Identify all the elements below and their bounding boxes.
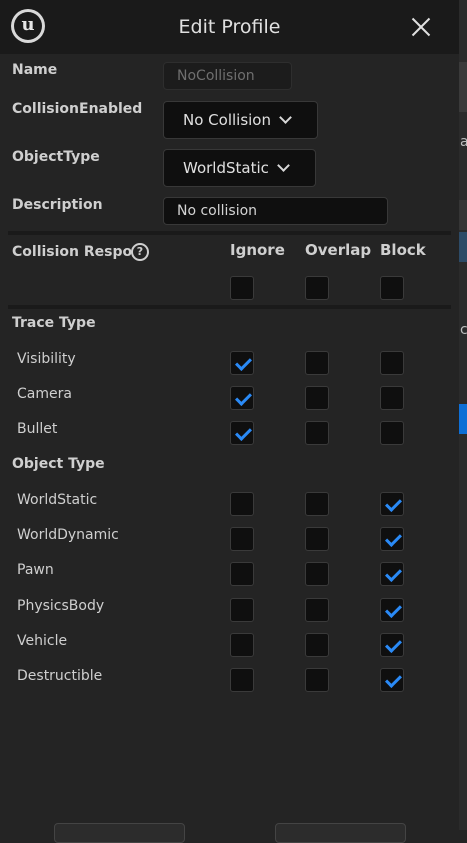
pawn-overlap-checkbox[interactable] bbox=[305, 562, 329, 587]
column-block: Block bbox=[380, 241, 426, 259]
chevron-down-icon bbox=[277, 159, 290, 172]
name-field: NoCollision bbox=[163, 62, 292, 90]
vehicle-block-checkbox[interactable] bbox=[380, 632, 404, 657]
background-panel bbox=[459, 62, 467, 112]
dialog-title: Edit Profile bbox=[178, 16, 281, 38]
pawn-block-checkbox[interactable] bbox=[380, 562, 404, 587]
background-panel bbox=[459, 232, 467, 262]
collision-enabled-value: No Collision bbox=[183, 111, 271, 129]
object-type-label: ObjectType bbox=[12, 149, 100, 165]
visibility-ignore-checkbox[interactable] bbox=[230, 351, 254, 375]
row-label: Pawn bbox=[17, 562, 54, 579]
help-icon[interactable]: ? bbox=[131, 243, 149, 261]
section-divider bbox=[8, 231, 451, 235]
vehicle-overlap-checkbox[interactable] bbox=[305, 632, 329, 657]
all-overlap-checkbox[interactable] bbox=[305, 276, 329, 300]
worldstatic-ignore-checkbox[interactable] bbox=[230, 492, 254, 516]
camera-block-checkbox[interactable] bbox=[380, 386, 404, 410]
row-label: WorldStatic bbox=[17, 492, 98, 508]
title-bar: u Edit Profile bbox=[0, 0, 459, 54]
row-label: PhysicsBody bbox=[17, 597, 105, 614]
destructible-ignore-checkbox[interactable] bbox=[230, 668, 254, 692]
cancel-button[interactable] bbox=[275, 823, 406, 843]
bullet-ignore-checkbox[interactable] bbox=[230, 421, 254, 445]
vehicle-ignore-checkbox[interactable] bbox=[230, 632, 254, 657]
visibility-overlap-checkbox[interactable] bbox=[305, 351, 329, 375]
chevron-down-icon bbox=[279, 111, 292, 124]
destructible-block-checkbox[interactable] bbox=[380, 668, 404, 692]
worlddynamic-block-checkbox[interactable] bbox=[380, 527, 404, 552]
background-text: c bbox=[460, 322, 467, 338]
bullet-overlap-checkbox[interactable] bbox=[305, 421, 329, 445]
camera-ignore-checkbox[interactable] bbox=[230, 386, 254, 410]
row-label: WorldDynamic bbox=[17, 527, 119, 544]
column-ignore: Ignore bbox=[230, 241, 285, 259]
worldstatic-overlap-checkbox[interactable] bbox=[305, 492, 329, 516]
edit-profile-dialog: u Edit Profile Name NoCollision Collisio… bbox=[0, 0, 459, 843]
row-label: Visibility bbox=[17, 351, 76, 367]
object-type-value: WorldStatic bbox=[183, 159, 269, 177]
trace-type-label: Trace Type bbox=[12, 315, 96, 331]
worldstatic-block-checkbox[interactable] bbox=[380, 492, 404, 516]
row-label: Camera bbox=[17, 386, 72, 402]
name-label: Name bbox=[12, 62, 58, 78]
object-type-dropdown[interactable]: WorldStatic bbox=[163, 149, 316, 187]
background-editor-strip: a c bbox=[459, 0, 467, 830]
background-panel bbox=[459, 200, 467, 230]
row-label: Bullet bbox=[17, 421, 58, 437]
all-ignore-checkbox[interactable] bbox=[230, 276, 254, 300]
row-label: Vehicle bbox=[17, 632, 68, 649]
collision-enabled-label: CollisionEnabled bbox=[12, 101, 143, 117]
section-divider bbox=[8, 305, 451, 309]
collision-responses-label: Collision Respo bbox=[12, 244, 133, 260]
close-icon[interactable] bbox=[410, 16, 432, 38]
worlddynamic-overlap-checkbox[interactable] bbox=[305, 527, 329, 552]
description-field[interactable]: No collision bbox=[163, 197, 388, 225]
description-label: Description bbox=[12, 197, 103, 213]
object-type-section-label: Object Type bbox=[12, 456, 105, 472]
worlddynamic-ignore-checkbox[interactable] bbox=[230, 527, 254, 552]
background-selection bbox=[459, 404, 467, 434]
camera-overlap-checkbox[interactable] bbox=[305, 386, 329, 410]
pawn-ignore-checkbox[interactable] bbox=[230, 562, 254, 587]
row-label: Destructible bbox=[17, 668, 103, 684]
all-block-checkbox[interactable] bbox=[380, 276, 404, 300]
destructible-overlap-checkbox[interactable] bbox=[305, 668, 329, 692]
accept-button[interactable] bbox=[54, 823, 185, 843]
background-text: a bbox=[460, 134, 467, 150]
column-overlap: Overlap bbox=[305, 241, 372, 259]
visibility-block-checkbox[interactable] bbox=[380, 351, 404, 375]
logo-glyph: u bbox=[21, 14, 35, 35]
physicsbody-ignore-checkbox[interactable] bbox=[230, 597, 254, 622]
bullet-block-checkbox[interactable] bbox=[380, 421, 404, 445]
physicsbody-block-checkbox[interactable] bbox=[380, 597, 404, 622]
collision-enabled-dropdown[interactable]: No Collision bbox=[163, 101, 318, 139]
physicsbody-overlap-checkbox[interactable] bbox=[305, 597, 329, 622]
